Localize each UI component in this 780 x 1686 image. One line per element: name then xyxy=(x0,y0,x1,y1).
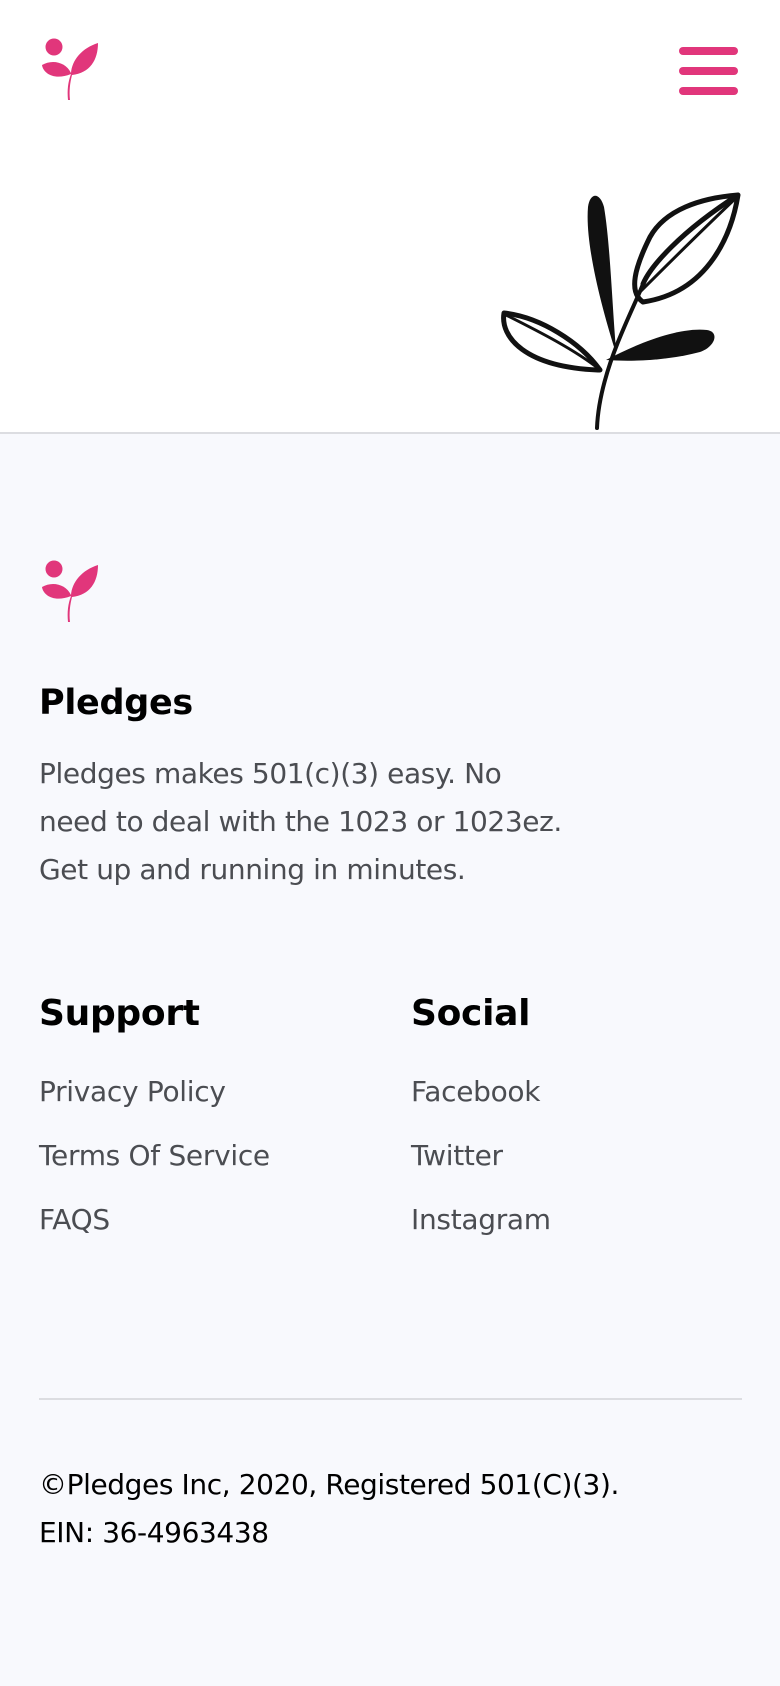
social-links: Facebook Twitter Instagram xyxy=(411,1068,551,1260)
privacy-policy-link[interactable]: Privacy Policy xyxy=(39,1068,270,1132)
footer-brand-title: Pledges xyxy=(39,683,193,723)
header-section xyxy=(0,0,780,434)
footer-divider xyxy=(39,1398,742,1400)
description-line: Get up and running in minutes. xyxy=(39,853,466,886)
support-links: Privacy Policy Terms Of Service FAQS xyxy=(39,1068,270,1260)
social-heading: Social xyxy=(411,993,531,1034)
instagram-link[interactable]: Instagram xyxy=(411,1196,551,1260)
footer-logo-link[interactable] xyxy=(40,560,98,622)
description-line: need to deal with the 1023 or 1023ez. xyxy=(39,805,562,838)
menu-bar-bottom xyxy=(679,87,738,95)
support-heading: Support xyxy=(39,993,200,1034)
faqs-link[interactable]: FAQS xyxy=(39,1196,270,1260)
sprout-icon xyxy=(42,38,98,100)
hamburger-menu-button[interactable] xyxy=(672,42,740,100)
ein-line: EIN: 36-4963438 xyxy=(39,1516,269,1549)
sprout-icon xyxy=(42,560,98,622)
menu-bar-top xyxy=(679,47,738,55)
footer-brand-description: Pledges makes 501(c)(3) easy. No need to… xyxy=(39,750,599,894)
menu-bar-middle xyxy=(679,67,738,75)
facebook-link[interactable]: Facebook xyxy=(411,1068,551,1132)
leaf-branch-illustration xyxy=(501,192,741,430)
copyright-text: ©Pledges Inc, 2020, Registered 501(C)(3)… xyxy=(39,1461,619,1557)
copyright-line: ©Pledges Inc, 2020, Registered 501(C)(3)… xyxy=(39,1468,619,1501)
description-line: Pledges makes 501(c)(3) easy. No xyxy=(39,757,502,790)
terms-of-service-link[interactable]: Terms Of Service xyxy=(39,1132,270,1196)
logo-link[interactable] xyxy=(40,38,98,100)
twitter-link[interactable]: Twitter xyxy=(411,1132,551,1196)
